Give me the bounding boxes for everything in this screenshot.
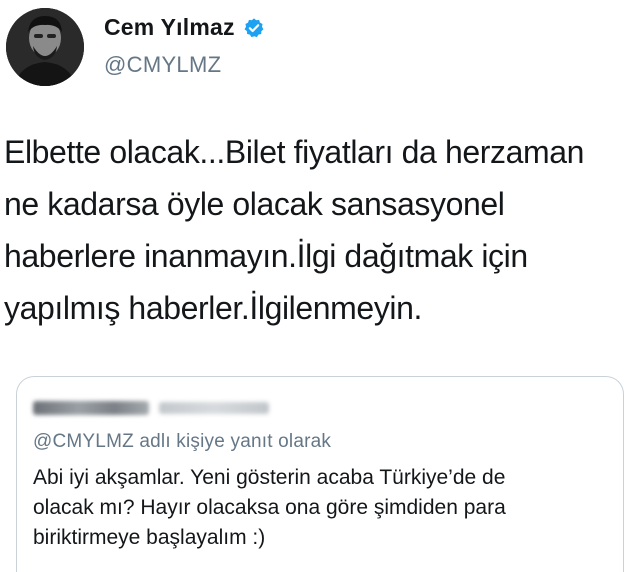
- user-handle[interactable]: @CMYLMZ: [104, 52, 221, 78]
- reply-context[interactable]: @CMYLMZ adlı kişiye yanıt olarak: [33, 431, 331, 453]
- verified-badge-icon: [244, 17, 264, 37]
- tweet-header: Cem Yılmaz @CMYLMZ: [6, 8, 626, 88]
- tweet-screenshot: Cem Yılmaz @CMYLMZ Elbette olacak...Bile…: [0, 0, 640, 572]
- quoted-text-line: Abi iyi akşamlar. Yeni gösterin acaba Tü…: [33, 466, 506, 489]
- blurred-display-name: [33, 401, 149, 415]
- display-name[interactable]: Cem Yılmaz: [104, 14, 235, 41]
- quoted-text-line: biriktirmeye başlayalım :): [33, 526, 266, 549]
- name-row: Cem Yılmaz: [104, 14, 265, 41]
- blurred-handle: [159, 402, 269, 414]
- tweet-text-line: haberlere inanmayın.İlgi dağıtmak için: [4, 238, 528, 274]
- profile-photo-avatar: [6, 8, 84, 86]
- quoted-tweet-card[interactable]: @CMYLMZ adlı kişiye yanıt olarak Abi iyi…: [16, 376, 624, 572]
- avatar[interactable]: [6, 8, 84, 86]
- quoted-tweet-text: Abi iyi akşamlar. Yeni gösterin acaba Tü…: [33, 463, 613, 553]
- quoted-text-line: olacak mı? Hayır olacaksa ona göre şimdi…: [33, 496, 506, 519]
- quoted-author-blurred: [33, 397, 273, 419]
- tweet-text-line: Elbette olacak...Bilet fiyatları da herz…: [4, 134, 585, 170]
- tweet-text-line: ne kadarsa öyle olacak sansasyonel: [4, 186, 505, 222]
- tweet-text-line: yapılmış haberler.İlgilenmeyin.: [4, 290, 423, 326]
- tweet-text: Elbette olacak...Bilet fiyatları da herz…: [4, 126, 634, 334]
